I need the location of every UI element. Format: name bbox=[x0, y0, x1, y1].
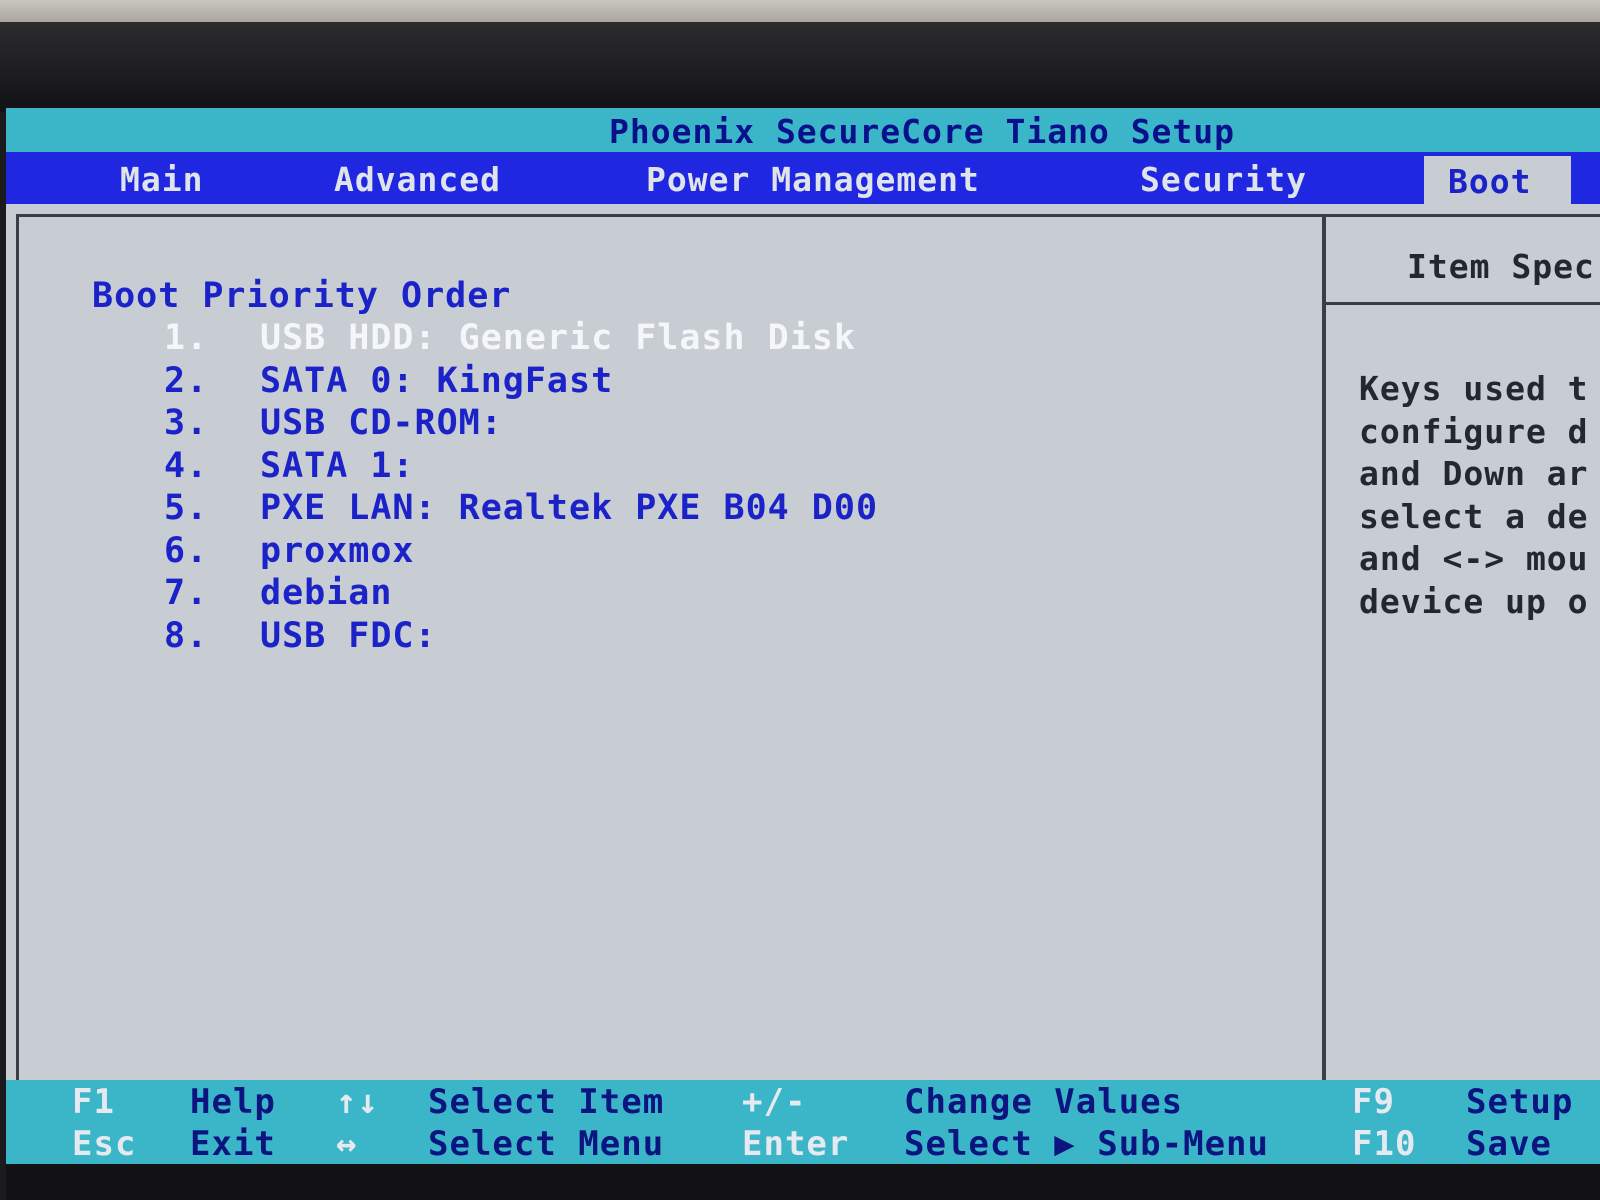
menu-main[interactable]: Main bbox=[120, 160, 203, 199]
key-enter-desc: Select ▶ Sub-Menu bbox=[904, 1124, 1269, 1164]
menu-power-management[interactable]: Power Management bbox=[646, 160, 980, 199]
boot-item[interactable]: 2. SATA 0: KingFast bbox=[164, 361, 878, 404]
boot-item-label: proxmox bbox=[260, 530, 415, 571]
key-f10-desc: Save bbox=[1466, 1124, 1552, 1164]
boot-item-label: USB CD-ROM: bbox=[260, 403, 503, 443]
boot-item-label: SATA 1: bbox=[260, 445, 415, 486]
key-f9-desc: Setup bbox=[1466, 1082, 1574, 1122]
help-line: select a de bbox=[1359, 496, 1589, 536]
help-line: and <-> mou bbox=[1359, 539, 1589, 578]
menu-boot[interactable]: Boot bbox=[1424, 156, 1572, 204]
help-text: Keys used t configure d and Down ar sele… bbox=[1359, 369, 1600, 624]
boot-item-label: USB HDD: Generic Flash Disk bbox=[260, 318, 856, 358]
key-left-right: ↔ bbox=[336, 1124, 358, 1164]
key-plus-minus-desc: Change Values bbox=[904, 1082, 1184, 1122]
boot-item-number: 8. bbox=[164, 615, 209, 656]
bios-title: Phoenix SecureCore Tiano Setup bbox=[609, 112, 1236, 151]
boot-item[interactable]: 3. USB CD-ROM: bbox=[164, 403, 878, 446]
key-legend-footer: F1 Help ↑↓ Select Item +/- Change Values… bbox=[6, 1080, 1600, 1164]
help-line: device up o bbox=[1359, 581, 1589, 621]
boot-item[interactable]: 5. PXE LAN: Realtek PXE B04 D00 bbox=[164, 488, 878, 531]
key-esc-desc: Exit bbox=[190, 1124, 276, 1164]
key-f1: F1 bbox=[72, 1082, 115, 1122]
item-help-panel: Item Spec Keys used t configure d and Do… bbox=[1322, 214, 1600, 1194]
key-plus-minus: +/- bbox=[742, 1082, 807, 1122]
boot-item-number: 6. bbox=[164, 530, 209, 571]
boot-priority-list: 1. USB HDD: Generic Flash Disk 2. SATA 0: … bbox=[164, 318, 878, 658]
key-up-down-desc: Select Item bbox=[428, 1082, 665, 1122]
boot-item[interactable]: 8. USB FDC: bbox=[164, 616, 878, 659]
menu-bar: Main Advanced Power Management Security … bbox=[6, 152, 1600, 204]
boot-item[interactable]: 4. SATA 1: bbox=[164, 446, 878, 489]
boot-item[interactable]: 6. proxmox bbox=[164, 531, 878, 574]
boot-item-label: debian bbox=[260, 573, 393, 613]
boot-item-number: 1. bbox=[164, 318, 209, 358]
help-title: Item Spec bbox=[1407, 247, 1595, 286]
boot-item-label: PXE LAN: Realtek PXE B04 D00 bbox=[260, 488, 879, 528]
key-f10: F10 bbox=[1352, 1124, 1417, 1164]
help-line: Keys used t bbox=[1359, 369, 1589, 408]
boot-item-label: USB FDC: bbox=[260, 615, 437, 656]
wall-background bbox=[0, 0, 1600, 22]
menu-advanced[interactable]: Advanced bbox=[334, 160, 501, 199]
menu-security[interactable]: Security bbox=[1140, 160, 1307, 199]
boot-item[interactable]: 1. USB HDD: Generic Flash Disk bbox=[164, 318, 878, 361]
key-esc: Esc bbox=[72, 1124, 137, 1164]
boot-priority-heading: Boot Priority Order bbox=[92, 276, 512, 316]
help-line: configure d bbox=[1359, 411, 1589, 451]
key-f1-desc: Help bbox=[190, 1082, 276, 1122]
bios-screen: Phoenix SecureCore Tiano Setup Main Adva… bbox=[6, 108, 1600, 1200]
help-line: and Down ar bbox=[1359, 454, 1589, 493]
boot-item-number: 3. bbox=[164, 403, 209, 443]
boot-item-number: 5. bbox=[164, 488, 209, 528]
monitor-bezel bbox=[0, 22, 1600, 112]
key-enter: Enter bbox=[742, 1124, 850, 1164]
key-up-down: ↑↓ bbox=[336, 1082, 379, 1122]
help-header: Item Spec bbox=[1325, 217, 1600, 305]
title-bar: Phoenix SecureCore Tiano Setup bbox=[6, 108, 1600, 152]
key-left-right-desc: Select Menu bbox=[428, 1124, 665, 1164]
boot-item-number: 7. bbox=[164, 573, 209, 613]
key-f9: F9 bbox=[1352, 1082, 1395, 1122]
bottom-bezel bbox=[6, 1164, 1600, 1200]
boot-item-number: 2. bbox=[164, 360, 209, 401]
boot-item-number: 4. bbox=[164, 445, 209, 486]
boot-item-label: SATA 0: KingFast bbox=[260, 360, 614, 401]
boot-item[interactable]: 7. debian bbox=[164, 573, 878, 616]
